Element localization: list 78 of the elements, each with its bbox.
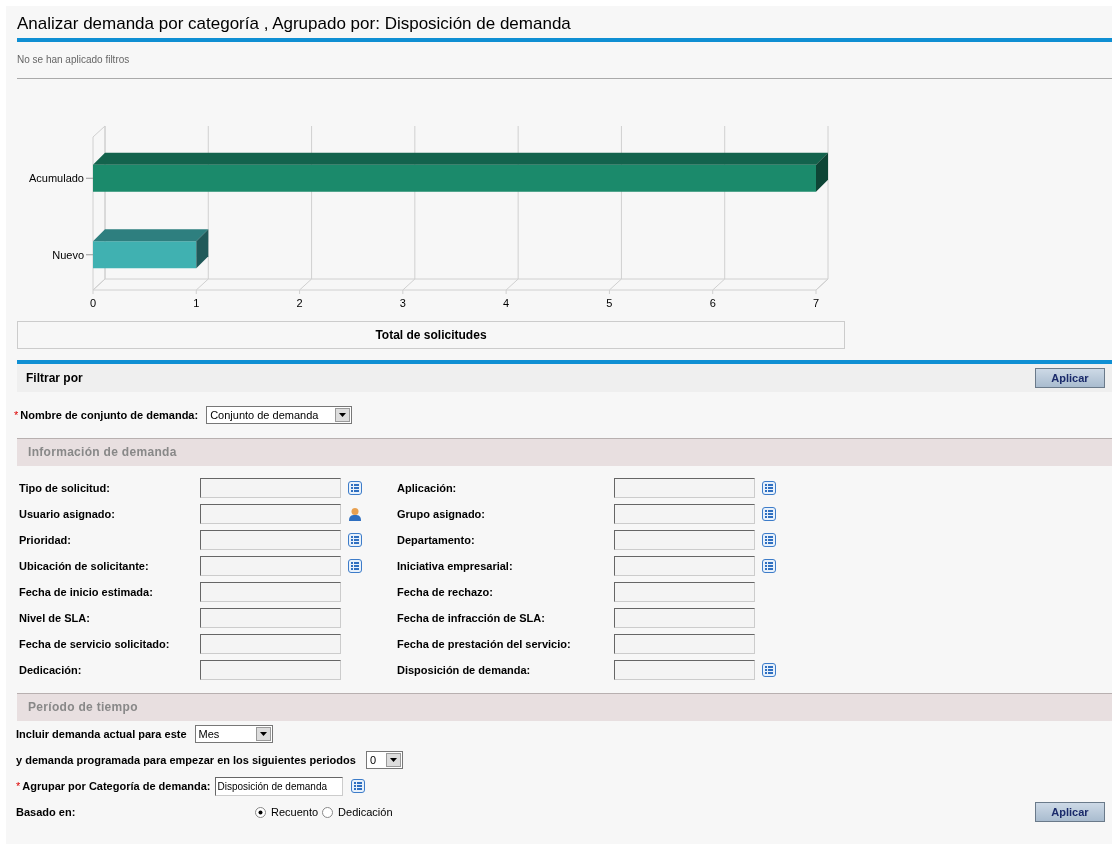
list-icon[interactable] (762, 481, 776, 495)
input-field[interactable] (614, 608, 755, 628)
field-label: Departamento: (397, 534, 476, 546)
input-field[interactable] (614, 504, 755, 524)
input-field[interactable] (200, 504, 341, 524)
filter-note: No se han aplicado filtros (16, 53, 131, 67)
axis-tick-label: 6 (709, 297, 716, 309)
input-field[interactable] (200, 556, 341, 576)
field-label: Iniciativa empresarial: (397, 560, 514, 572)
input-field[interactable] (200, 582, 341, 602)
field-label: Grupo asignado: (397, 508, 486, 520)
list-icon[interactable] (350, 779, 365, 793)
input-field[interactable] (200, 660, 341, 680)
field-label: Fecha de servicio solicitado: (19, 638, 171, 650)
input-field[interactable] (200, 530, 341, 550)
list-icon[interactable] (762, 559, 776, 573)
caret-icon[interactable] (339, 413, 347, 417)
input-field[interactable]: Disposición de demanda (214, 776, 343, 796)
field-label: Usuario asignado: (19, 508, 116, 520)
field-label: Fecha de prestación del servicio: (397, 638, 572, 650)
apply-button[interactable]: Aplicar (1035, 368, 1105, 388)
category-label: Acumulado (28, 172, 84, 185)
field-label: Fecha de rechazo: (397, 586, 494, 598)
list-icon[interactable] (348, 481, 362, 495)
axis-tick-label: 5 (606, 297, 613, 309)
list-icon[interactable] (762, 533, 776, 547)
radio-button[interactable] (255, 806, 266, 818)
axis-title: Total de solicitudes (17, 321, 845, 349)
dropdown[interactable]: 0 (365, 751, 403, 769)
input-field[interactable] (614, 478, 755, 498)
axis-tick-label: 1 (193, 297, 200, 309)
input-field[interactable] (614, 530, 755, 550)
axis-tick-label: 3 (399, 297, 406, 309)
required-mark: * (16, 780, 21, 792)
field-label: Tipo de solicitud: (19, 482, 111, 494)
field-label: Dedicación: (19, 664, 83, 676)
field-label: Nivel de SLA: (19, 612, 91, 624)
list-icon[interactable] (348, 533, 362, 547)
apply-button[interactable]: Aplicar (1035, 802, 1105, 822)
field-label: Agrupar por Categoría de demanda: (22, 780, 211, 792)
page-title: Analizar demanda por categoría , Agrupado por: Disposición de demanda (16, 13, 572, 35)
field-label: y demanda programada para empezar en los siguientes periodos (16, 754, 356, 766)
field-label: Nombre de conjunto de demanda: (20, 409, 199, 421)
field-label: Fecha de infracción de SLA: (397, 612, 546, 624)
radio-button[interactable] (322, 806, 334, 818)
input-field[interactable] (200, 634, 341, 654)
dropdown[interactable]: Mes (194, 725, 273, 743)
list-icon[interactable] (762, 507, 776, 521)
input-field[interactable] (614, 634, 755, 654)
input-field[interactable] (200, 478, 341, 498)
caret-icon[interactable] (259, 732, 267, 736)
category-label: Nuevo (52, 248, 84, 261)
field-label: Ubicación de solicitante: (19, 560, 150, 572)
axis-tick-label: 0 (89, 297, 97, 309)
field-label: Incluir demanda actual para este (16, 728, 187, 740)
axis-tick-label: 7 (812, 297, 820, 309)
field-label: Prioridad: (19, 534, 72, 546)
list-icon[interactable] (348, 559, 362, 573)
required-mark: * (14, 409, 19, 421)
section-header: Información de demanda (17, 438, 1112, 466)
input-field[interactable] (200, 608, 341, 628)
caret-icon[interactable] (389, 758, 397, 762)
field-label: Aplicación: (397, 482, 458, 494)
person-icon[interactable] (348, 507, 362, 521)
field-label: Fecha de inicio estimada: (19, 586, 154, 598)
radio-label: Recuento (271, 806, 319, 818)
input-field[interactable] (614, 582, 755, 602)
field-label: Disposición de demanda: (397, 664, 532, 676)
field-label: Basado en: (16, 806, 77, 818)
input-field[interactable] (614, 556, 755, 576)
axis-tick-label: 4 (503, 297, 510, 309)
dropdown[interactable]: Conjunto de demanda (206, 406, 353, 424)
list-icon[interactable] (762, 663, 776, 677)
axis-tick-label: 2 (296, 297, 303, 309)
radio-label: Dedicación (338, 806, 393, 818)
section-header: Período de tiempo (17, 693, 1112, 721)
input-field[interactable] (614, 660, 755, 680)
filter-title: Filtrar por (26, 371, 83, 385)
